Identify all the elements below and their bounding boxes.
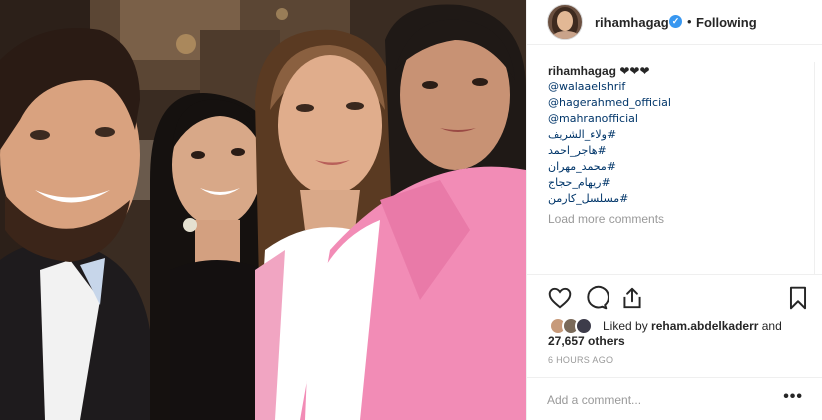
load-more-comments-button[interactable]: Load more comments: [548, 211, 810, 227]
post-timestamp[interactable]: 6 HOURS AGO: [548, 355, 613, 365]
liked-by-text: Liked by reham.abdelkaderr and: [603, 319, 782, 333]
post-caption: rihamhagag ❤❤❤ @walaaelshrif @hagerahmed…: [548, 63, 810, 233]
heart-icon[interactable]: [547, 285, 573, 311]
mention-link[interactable]: @mahranofficial: [548, 111, 810, 127]
share-icon[interactable]: [619, 285, 645, 311]
comment-form: •••: [527, 377, 822, 420]
more-options-icon[interactable]: •••: [783, 388, 803, 406]
comments-scrollbar[interactable]: [814, 62, 820, 274]
author-avatar[interactable]: [547, 4, 583, 40]
caption-text: ❤❤❤: [619, 64, 650, 78]
caption-username[interactable]: rihamhagag: [548, 64, 616, 78]
hashtag-link[interactable]: #هاجر_احمد: [548, 143, 810, 159]
likes-count[interactable]: 27,657 others: [548, 334, 625, 348]
verified-badge-icon: ✓: [669, 15, 682, 28]
hashtag-link[interactable]: #محمد_مهران: [548, 159, 810, 175]
liker-username[interactable]: reham.abdelkaderr: [651, 319, 758, 333]
follow-status-button[interactable]: Following: [696, 15, 757, 30]
post-sidebar: rihamhagag ✓ • Following rihamhagag ❤❤❤ …: [526, 0, 822, 420]
bookmark-icon[interactable]: [785, 285, 811, 311]
comment-input[interactable]: [547, 390, 777, 410]
mention-link[interactable]: @walaaelshrif: [548, 79, 810, 95]
hashtag-link[interactable]: #ولاء_الشريف: [548, 127, 810, 143]
comment-icon[interactable]: [583, 285, 610, 311]
post-actions: Liked by reham.abdelkaderr and 27,657 ot…: [527, 274, 822, 420]
hashtag-link[interactable]: #مسلسل_كارمن: [548, 191, 810, 207]
mention-link[interactable]: @hagerahmed_official: [548, 95, 810, 111]
post-header: rihamhagag ✓ • Following: [527, 0, 822, 45]
avatar: [575, 317, 593, 335]
separator-dot: •: [687, 14, 692, 29]
hashtag-link[interactable]: #ريهام_حجاج: [548, 175, 810, 191]
author-username[interactable]: rihamhagag: [595, 15, 669, 30]
post-photo[interactable]: [0, 0, 526, 420]
selfie-illustration: [0, 0, 526, 420]
